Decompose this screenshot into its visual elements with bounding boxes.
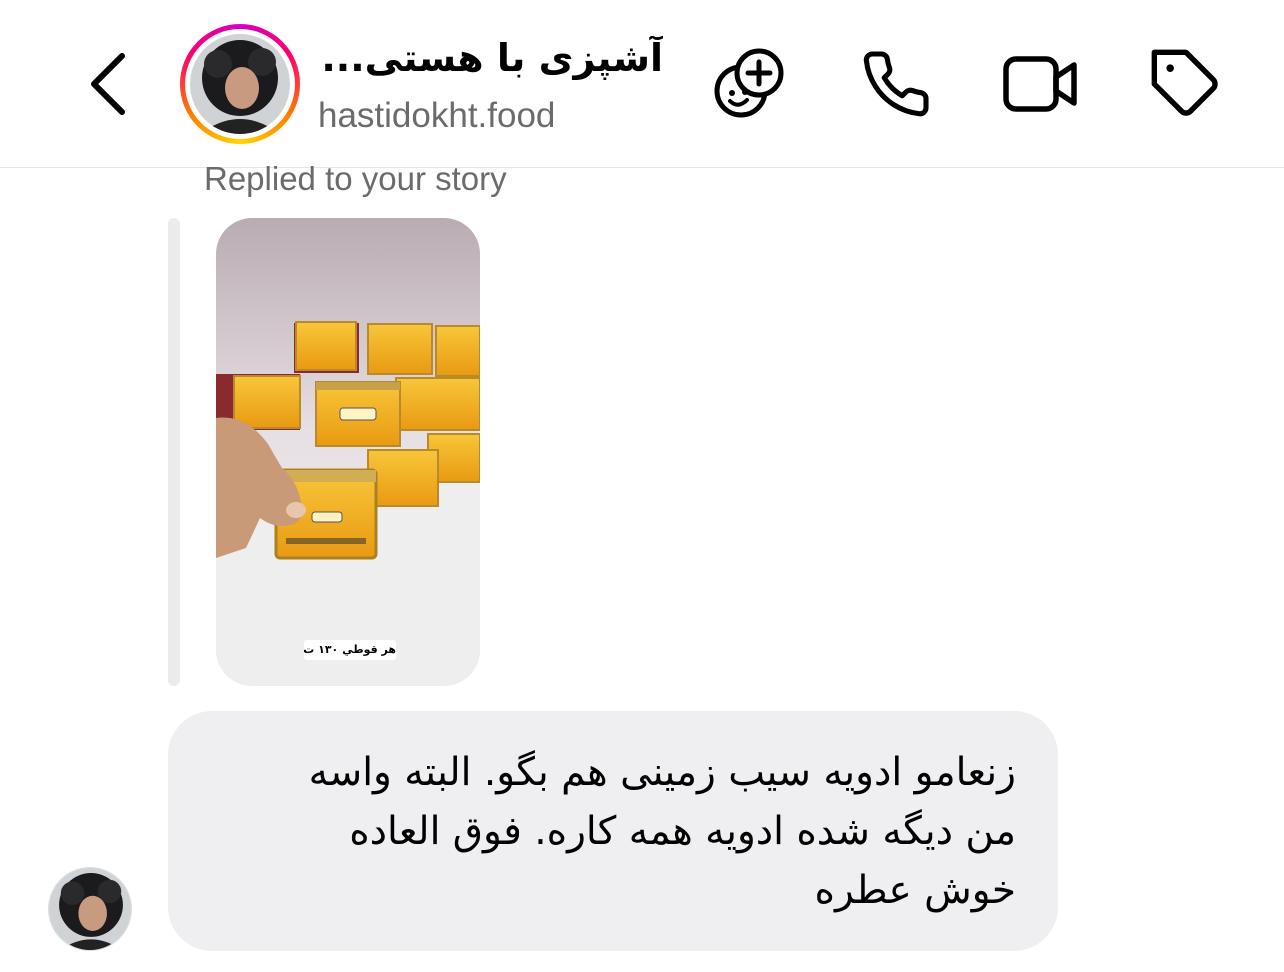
message-line: زنعامو ادویه سیب زمینی هم بگو. البته واس… bbox=[308, 750, 1016, 795]
tag-icon bbox=[1151, 49, 1218, 116]
reply-quote-bar bbox=[168, 218, 180, 686]
message-bubble[interactable]: زنعامو ادویه سیب زمینی هم بگو. البته واس… bbox=[168, 711, 1058, 951]
sender-avatar[interactable] bbox=[48, 867, 132, 951]
video-camera-icon bbox=[1003, 56, 1077, 112]
chevron-left-icon bbox=[91, 53, 125, 115]
add-sticker-icon bbox=[714, 48, 784, 118]
message-line: من دیگه شده ادویه همه کاره. فوق العاده bbox=[349, 809, 1016, 854]
tag-button[interactable] bbox=[1146, 44, 1226, 124]
chat-header: آشپزی با هستی... hastidokht.food bbox=[0, 0, 1284, 168]
message-text: زنعامو ادویه سیب زمینی هم بگو. البته واس… bbox=[206, 743, 1016, 920]
voice-call-button[interactable] bbox=[856, 44, 936, 124]
story-image bbox=[216, 218, 480, 686]
avatar bbox=[49, 868, 131, 950]
chat-title[interactable]: آشپزی با هستی... bbox=[318, 36, 663, 80]
chat-handle[interactable]: hastidokht.food bbox=[318, 96, 555, 136]
message-line: خوش عطره bbox=[814, 868, 1016, 913]
add-sticker-button[interactable] bbox=[710, 44, 790, 124]
video-call-button[interactable] bbox=[1000, 44, 1080, 124]
story-overlay-text: هر قوطي ١٣٠ ت bbox=[303, 640, 396, 660]
story-preview[interactable]: هر قوطي ١٣٠ ت bbox=[216, 218, 480, 686]
phone-icon bbox=[863, 51, 929, 117]
profile-avatar-button[interactable] bbox=[180, 24, 300, 144]
avatar bbox=[190, 34, 290, 134]
back-button[interactable] bbox=[78, 44, 138, 124]
replied-to-story-label: Replied to your story bbox=[204, 160, 507, 197]
